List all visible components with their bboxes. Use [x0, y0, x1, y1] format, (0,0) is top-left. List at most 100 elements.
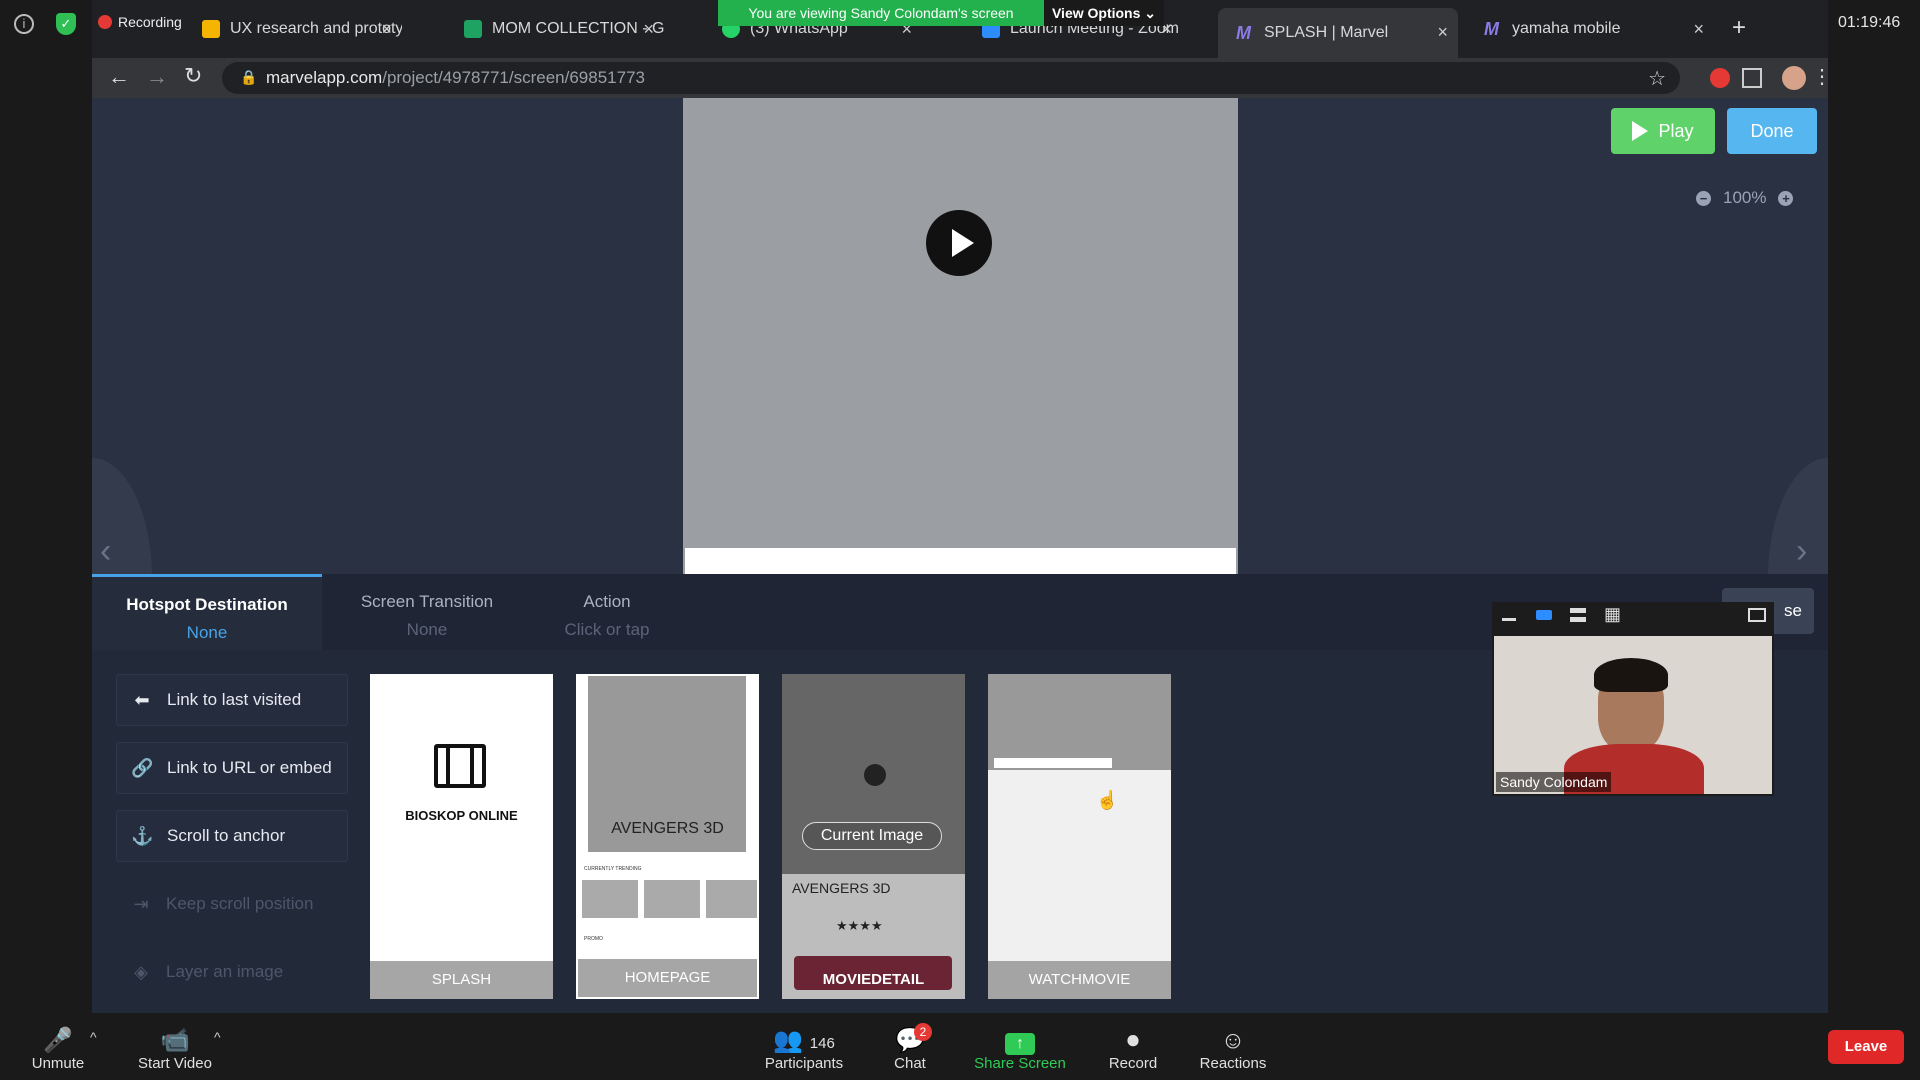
tab-splash-marvel[interactable]: M SPLASH | Marvel × — [1218, 8, 1458, 58]
tab-hotspot-destination[interactable]: Hotspot Destination None — [92, 574, 322, 650]
gallery-view-icon[interactable]: ▦ — [1604, 604, 1621, 625]
done-button[interactable]: Done — [1727, 108, 1817, 154]
film-icon — [434, 744, 486, 788]
link-icon: 🔗 — [131, 757, 154, 778]
screen-label: WATCHMOVIE — [988, 961, 1171, 999]
record-button[interactable]: ⏺ Record — [1100, 1027, 1166, 1072]
screen-thumb-homepage[interactable]: AVENGERS 3D CURRENTLY TRENDING PROMO HOM… — [576, 674, 759, 999]
slides-icon — [202, 20, 220, 38]
view-options-button[interactable]: View Options ⌄ — [1044, 0, 1164, 26]
reload-icon[interactable]: ↻ — [184, 63, 202, 89]
unmute-button[interactable]: 🎤 Unmute — [22, 1027, 94, 1072]
moviedetail-title: AVENGERS 3D — [792, 880, 891, 896]
scroll-position-icon: ⇥ — [133, 893, 149, 914]
audio-options-chevron-icon[interactable]: ^ — [90, 1029, 97, 1045]
chat-badge: 2 — [914, 1023, 932, 1041]
screen-thumb-moviedetail[interactable]: Current Image AVENGERS 3D ★★★★ MOVIEDETA… — [782, 674, 965, 999]
screen-label: SPLASH — [370, 961, 553, 999]
screen-label: MOVIEDETAIL — [822, 971, 925, 988]
meeting-clock: 01:19:46 — [1838, 14, 1901, 31]
scroll-anchor-option[interactable]: ⚓ Scroll to anchor — [116, 810, 348, 862]
zoom-left-margin: i ✓ — [0, 0, 92, 1080]
participant-name-label: Sandy Colondam — [1496, 772, 1612, 792]
marvel-icon: M — [1484, 19, 1499, 39]
marvel-icon: M — [1236, 23, 1251, 43]
address-bar[interactable]: 🔒 marvelapp.com/project/4978771/screen/6… — [222, 62, 1680, 94]
prev-screen-arrow-icon[interactable]: ‹ — [100, 532, 111, 571]
video-options-chevron-icon[interactable]: ^ — [214, 1029, 221, 1045]
bookmark-star-icon[interactable]: ☆ — [1648, 66, 1666, 91]
keep-scroll-option: ⇥ Keep scroll position — [116, 878, 348, 930]
reactions-button[interactable]: ☺ Reactions — [1196, 1027, 1270, 1072]
mic-muted-icon: 🎤 — [43, 1027, 73, 1054]
thumb-play-icon — [864, 764, 886, 786]
screen-label: HOMEPAGE — [578, 959, 757, 997]
qr-extension-icon[interactable] — [1742, 68, 1762, 88]
share-screen-icon: ↑ — [970, 1027, 1070, 1055]
anchor-icon: ⚓ — [131, 825, 154, 846]
zoom-out-icon[interactable]: − — [1696, 190, 1711, 206]
homepage-title: AVENGERS 3D — [611, 820, 724, 837]
link-last-visited-option[interactable]: ⬅ Link to last visited — [116, 674, 348, 726]
tab-action[interactable]: Action Click or tap — [492, 574, 722, 650]
lock-icon: 🔒 — [240, 69, 258, 85]
browser-toolbar: ← → ↻ 🔒 marvelapp.com/project/4978771/sc… — [92, 58, 1828, 98]
layers-icon: ◈ — [134, 961, 148, 982]
tab-yamaha-mobile[interactable]: M yamaha mobile × — [1474, 12, 1714, 46]
screen-share-banner: You are viewing Sandy Colondam's screen — [718, 0, 1044, 26]
screen-thumb-watchmovie[interactable]: ☝ WATCHMOVIE — [988, 674, 1171, 999]
close-tab-icon[interactable]: × — [1693, 19, 1704, 40]
participants-button[interactable]: 👥 146 Participants — [756, 1027, 852, 1072]
forward-icon[interactable]: → — [146, 64, 168, 90]
back-icon[interactable]: ← — [108, 64, 130, 90]
zoom-control-bar: 🎤 Unmute ^ 📹 Start Video ^ 👥 146 Partici… — [0, 1013, 1920, 1080]
video-play-icon[interactable] — [926, 210, 992, 276]
reactions-icon: ☺ — [1220, 1027, 1246, 1054]
splash-title: BIOSKOP ONLINE — [405, 808, 518, 823]
zoom-in-icon[interactable]: + — [1778, 190, 1794, 206]
cursor-hand-icon: ☝ — [1096, 790, 1119, 810]
link-url-option[interactable]: 🔗 Link to URL or embed — [116, 742, 348, 794]
recording-dot-icon — [98, 15, 112, 29]
video-off-icon: 📹 — [160, 1027, 190, 1054]
rating-stars: ★★★★ — [836, 918, 883, 933]
chevron-down-icon: ⌄ — [1144, 5, 1157, 21]
prototype-canvas: ‹ › Play Done − 100% + — [92, 98, 1828, 698]
recording-indicator: Recording — [98, 14, 182, 30]
participants-count: 146 — [809, 1035, 835, 1052]
record-icon: ⏺ — [1127, 1027, 1139, 1054]
close-tab-icon[interactable]: × — [643, 19, 654, 40]
arrow-left-icon: ⬅ — [134, 689, 150, 710]
profile-avatar[interactable] — [1782, 66, 1806, 90]
extension-icon[interactable] — [1710, 68, 1730, 88]
leave-button[interactable]: Leave — [1828, 1030, 1904, 1064]
screen-preview[interactable] — [683, 98, 1238, 574]
info-icon[interactable]: i — [14, 14, 34, 34]
close-tab-icon[interactable]: × — [1437, 22, 1448, 43]
tab-ux-research[interactable]: UX research and prototyp × — [192, 12, 402, 46]
play-button[interactable]: Play — [1611, 108, 1715, 154]
share-screen-button[interactable]: ↑ Share Screen — [970, 1027, 1070, 1072]
exit-fullscreen-icon[interactable] — [1748, 608, 1766, 622]
current-image-badge: Current Image — [802, 822, 942, 850]
menu-kebab-icon[interactable]: ⋮ — [1812, 64, 1828, 89]
next-screen-arrow-icon[interactable]: › — [1796, 532, 1807, 571]
participant-video: Sandy Colondam — [1494, 636, 1772, 794]
start-video-button[interactable]: 📹 Start Video — [130, 1027, 220, 1072]
sheets-icon — [464, 20, 482, 38]
chat-button[interactable]: 💬 Chat 2 — [886, 1023, 934, 1072]
homepage-promo: PROMO — [584, 936, 603, 942]
tab-mom-collection[interactable]: MOM COLLECTION - Goo × — [454, 12, 664, 46]
security-shield-icon[interactable]: ✓ — [56, 13, 76, 35]
participants-icon: 👥 — [773, 1027, 804, 1054]
zoom-right-margin: 01:19:46 — [1828, 0, 1920, 1080]
browser-window: Recording UX research and prototyp × MOM… — [92, 0, 1828, 1013]
screen-thumb-splash[interactable]: BIOSKOP ONLINE SPLASH — [370, 674, 553, 999]
speaker-view-icon[interactable] — [1536, 610, 1552, 620]
strip-view-icon[interactable] — [1570, 608, 1586, 622]
close-tab-icon[interactable]: × — [381, 19, 392, 40]
minimize-icon[interactable] — [1502, 618, 1516, 621]
participant-video-tile[interactable]: ▦ Sandy Colondam — [1492, 602, 1774, 796]
homepage-section: CURRENTLY TRENDING — [584, 866, 642, 872]
new-tab-icon[interactable]: + — [1732, 14, 1746, 42]
